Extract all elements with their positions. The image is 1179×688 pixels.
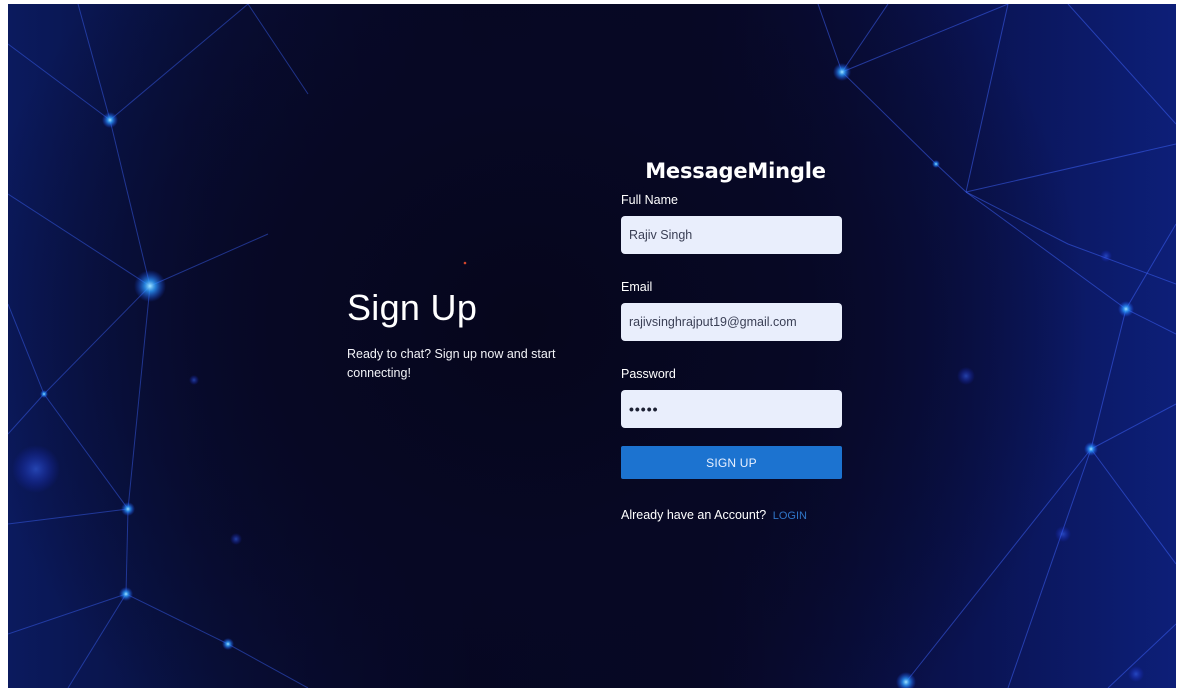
account-prompt-text: Already have an Account? (621, 508, 767, 522)
signup-form: MessageMingle Full Name Rajiv Singh Emai… (621, 159, 842, 522)
full-name-input[interactable]: Rajiv Singh (621, 216, 842, 254)
page-background: Sign Up Ready to chat? Sign up now and s… (8, 4, 1176, 688)
password-value: ••••• (629, 401, 659, 417)
page-title: Sign Up (347, 287, 478, 328)
email-input[interactable]: rajivsinghrajput19@gmail.com (621, 303, 842, 341)
email-value: rajivsinghrajput19@gmail.com (629, 315, 797, 329)
intro-panel: Sign Up Ready to chat? Sign up now and s… (347, 287, 577, 383)
sign-up-button[interactable]: SIGN UP (621, 446, 842, 479)
email-label: Email (621, 280, 653, 294)
app-brand-title: MessageMingle (645, 159, 826, 183)
password-label: Password (621, 367, 676, 381)
full-name-label: Full Name (621, 193, 678, 207)
login-prompt: Already have an Account? LOGIN (621, 508, 842, 522)
network-background-image (8, 4, 1176, 688)
tagline: Ready to chat? Sign up now and start con… (347, 347, 556, 380)
login-link[interactable]: LOGIN (773, 510, 807, 522)
password-input[interactable]: ••••• (621, 390, 842, 428)
full-name-value: Rajiv Singh (629, 228, 693, 242)
